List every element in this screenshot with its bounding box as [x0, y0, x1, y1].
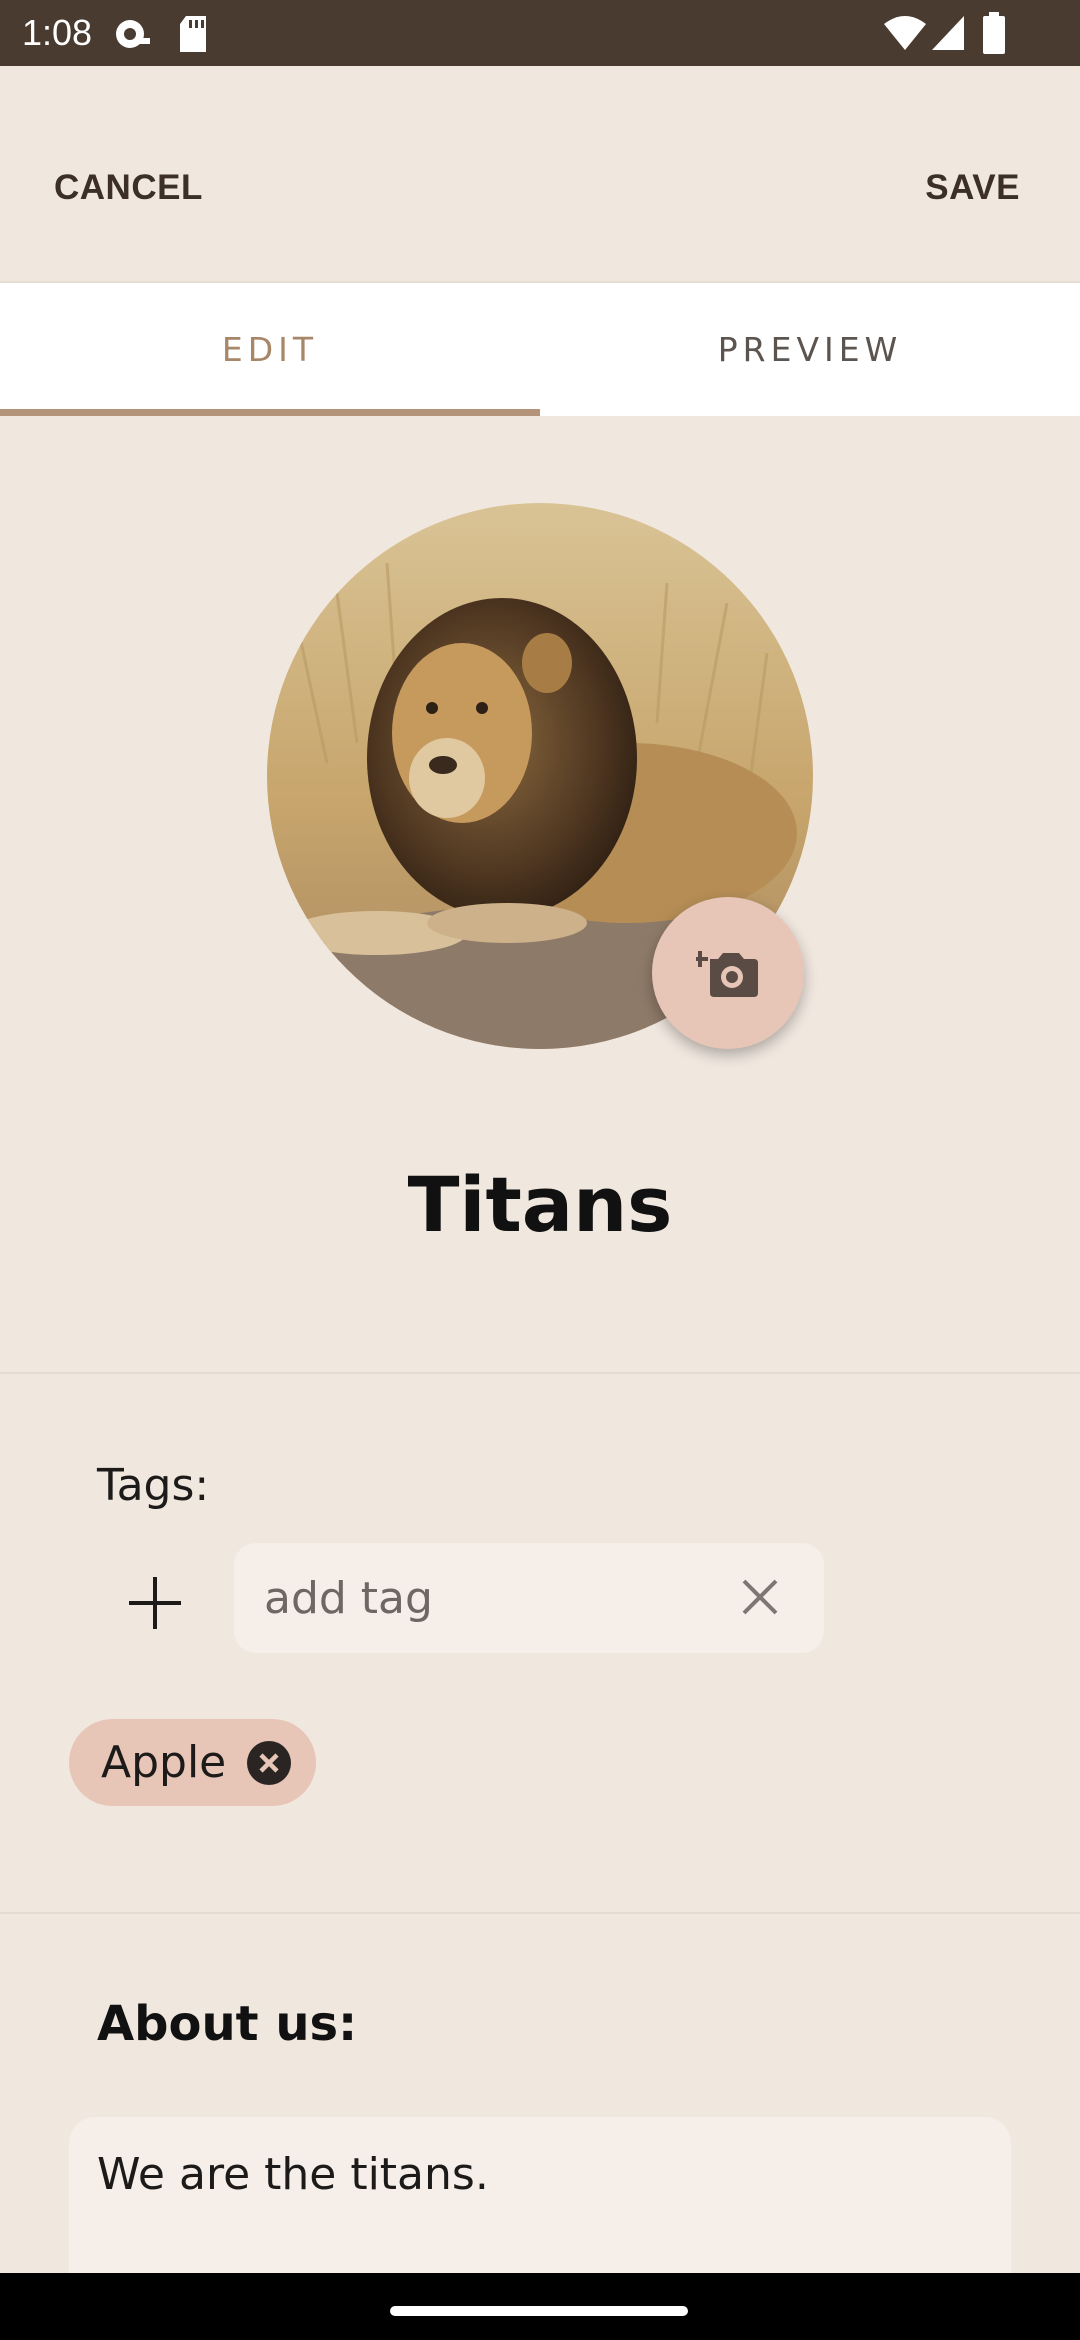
battery-icon: [982, 12, 1006, 58]
add-a-photo-icon: [692, 943, 760, 1003]
tags-label: Tags:: [97, 1460, 210, 1511]
close-icon: [740, 1577, 780, 1621]
tag-input-container: [234, 1543, 824, 1653]
divider: [0, 1912, 1080, 1914]
tab-edit[interactable]: EDIT: [0, 283, 540, 416]
remove-tag-icon[interactable]: [246, 1740, 292, 1786]
tab-preview[interactable]: PREVIEW: [540, 283, 1080, 416]
clear-tag-input-button[interactable]: [722, 1561, 798, 1637]
tag-chip-label: Apple: [101, 1737, 227, 1788]
team-name[interactable]: Titans: [0, 1160, 1080, 1249]
sd-card-icon: [178, 14, 210, 58]
tab-preview-label: PREVIEW: [717, 330, 903, 369]
home-gesture-handle[interactable]: [390, 2306, 688, 2316]
divider: [0, 1372, 1080, 1374]
cancel-button[interactable]: CANCEL: [54, 168, 203, 208]
status-time: 1:08: [22, 12, 93, 53]
about-label: About us:: [97, 1996, 358, 2052]
wifi-icon: [884, 14, 926, 56]
add-tag-button[interactable]: [113, 1563, 197, 1647]
status-bar: 1:08: [0, 0, 1080, 66]
tag-input[interactable]: [264, 1565, 704, 1631]
tab-indicator: [0, 409, 540, 416]
signal-icon: [930, 14, 966, 56]
notification-icon: [112, 14, 152, 58]
change-photo-button[interactable]: [652, 897, 804, 1049]
tab-bar: EDIT PREVIEW: [0, 283, 1080, 416]
about-text: We are the titans.: [97, 2149, 489, 2200]
tab-edit-label: EDIT: [221, 330, 319, 369]
plus-icon: [127, 1575, 183, 1635]
app-bar: CANCEL SAVE: [0, 66, 1080, 283]
save-button[interactable]: SAVE: [925, 168, 1020, 208]
tag-chip[interactable]: Apple: [69, 1719, 317, 1806]
